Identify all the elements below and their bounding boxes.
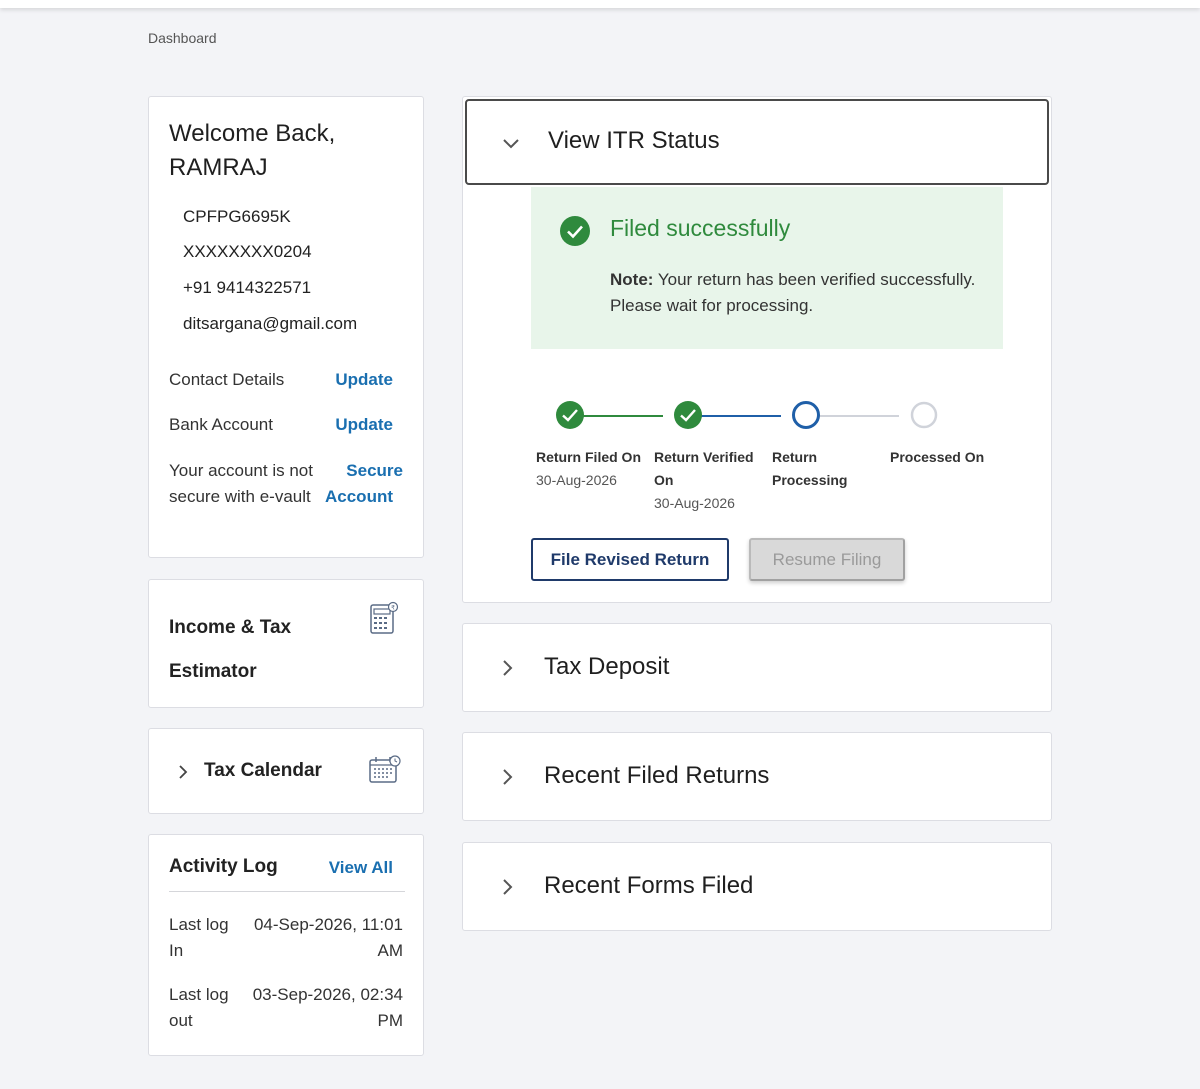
- tax-calendar-label: Tax Calendar: [204, 760, 322, 781]
- evault-warning-line-1: Your account is not: [169, 461, 313, 480]
- last-login-label: Last log In: [169, 912, 229, 964]
- secure-account-link[interactable]: Secure Account: [325, 458, 403, 510]
- tax-calendar-card[interactable]: Tax Calendar: [148, 728, 424, 814]
- email-address: ditsargana@gmail.com: [183, 314, 358, 333]
- contact-details-label: Contact Details: [169, 370, 285, 389]
- breadcrumb[interactable]: Dashboard: [148, 30, 217, 46]
- last-logout-value-line-1: 03-Sep-2026, 02:34: [252, 985, 403, 1004]
- recent-forms-filed-title: Recent Forms Filed: [544, 872, 754, 899]
- update-contact-link[interactable]: Update: [335, 367, 393, 393]
- svg-text:₹: ₹: [391, 605, 395, 612]
- step-4-label: Processed On: [890, 449, 985, 465]
- note-label: Note:: [610, 270, 654, 289]
- update-bank-link[interactable]: Update: [335, 412, 393, 438]
- last-login-value: 04-Sep-2026, 11:01 AM: [254, 912, 403, 964]
- evault-warning: Your account is not secure with e-vault: [169, 458, 313, 510]
- step-return-verified: Return Verified On 30-Aug-2026: [654, 446, 762, 515]
- step-1-icon: [556, 401, 584, 429]
- calendar-icon: [369, 755, 401, 783]
- tax-deposit-title: Tax Deposit: [544, 653, 670, 680]
- last-logout-label: Last log out: [169, 982, 229, 1034]
- last-login-label-line-1: Last log: [169, 915, 229, 934]
- step-3-label: Return Processing: [772, 449, 848, 488]
- last-logout-label-line-2: out: [169, 1011, 193, 1030]
- income-tax-estimator-card[interactable]: Income & Tax Estimator ₹: [148, 579, 424, 708]
- activity-divider: [169, 891, 405, 892]
- step-processed: Processed On: [890, 446, 1000, 469]
- top-bar: [0, 0, 1200, 8]
- step-return-filed: Return Filed On 30-Aug-2026: [536, 446, 648, 492]
- step-return-processing: Return Processing: [772, 446, 862, 492]
- step-1-date: 30-Aug-2026: [536, 472, 617, 488]
- itr-status-header[interactable]: View ITR Status: [465, 99, 1049, 185]
- file-revised-return-button[interactable]: File Revised Return: [531, 538, 729, 581]
- chevron-right-icon: [503, 660, 513, 676]
- view-all-link[interactable]: View All: [329, 858, 393, 878]
- step-3-icon: [792, 401, 820, 429]
- last-login-label-line-2: In: [169, 941, 184, 960]
- chevron-right-icon: [179, 765, 188, 779]
- resume-filing-button[interactable]: Resume Filing: [749, 538, 905, 581]
- estimator-title: Income & Tax Estimator: [169, 606, 291, 694]
- chevron-right-icon: [503, 769, 513, 785]
- last-logout-value-line-2: PM: [377, 1011, 404, 1030]
- check-circle-icon: [560, 216, 590, 246]
- chevron-right-icon: [503, 879, 513, 895]
- tax-deposit-accordion[interactable]: Tax Deposit: [462, 623, 1052, 712]
- recent-forms-filed-accordion[interactable]: Recent Forms Filed: [462, 842, 1052, 931]
- note-text: Your return has been verified successful…: [610, 270, 976, 315]
- calculator-icon: ₹: [370, 601, 399, 634]
- welcome-card: Welcome Back, RAMRAJ CPFPG6695K XXXXXXXX…: [148, 96, 424, 558]
- activity-log-card: Activity Log View All Last log In 04-Sep…: [148, 834, 424, 1056]
- recent-filed-returns-accordion[interactable]: Recent Filed Returns: [462, 732, 1052, 821]
- success-banner: Filed successfully Note: Your return has…: [531, 187, 1003, 349]
- step-2-date: 30-Aug-2026: [654, 495, 735, 511]
- phone-number: +91 9414322571: [183, 278, 312, 297]
- last-logout-value: 03-Sep-2026, 02:34 PM: [253, 982, 403, 1034]
- step-1-label: Return Filed On: [536, 449, 641, 465]
- status-note: Note: Your return has been verified succ…: [610, 267, 990, 319]
- itr-status-title: View ITR Status: [548, 127, 720, 154]
- recent-filed-returns-title: Recent Filed Returns: [544, 762, 770, 789]
- aadhaar-number: XXXXXXXX0204: [183, 242, 312, 261]
- last-login-value-line-1: 04-Sep-2026, 11:01: [253, 915, 403, 934]
- last-logout-label-line-1: Last log: [169, 985, 229, 1004]
- last-login-value-line-2: AM: [377, 941, 404, 960]
- estimator-title-line-2: Estimator: [169, 661, 257, 682]
- secure-account-link-line-1[interactable]: Secure: [325, 458, 403, 484]
- welcome-title: Welcome Back, RAMRAJ: [169, 120, 336, 181]
- itr-status-panel: View ITR Status Filed successfully Note:…: [462, 96, 1052, 603]
- step-4-icon: [910, 401, 938, 429]
- pan-number: CPFPG6695K: [183, 207, 291, 226]
- step-2-icon: [674, 401, 702, 429]
- secure-account-link-line-2[interactable]: Account: [325, 484, 393, 510]
- bank-account-label: Bank Account: [169, 415, 273, 434]
- chevron-down-icon: [503, 139, 519, 149]
- evault-warning-line-2: secure with e-vault: [169, 487, 311, 506]
- activity-log-title: Activity Log: [169, 856, 278, 877]
- filed-successfully-text: Filed successfully: [610, 215, 791, 241]
- progress-stepper: [556, 401, 938, 429]
- estimator-title-line-1: Income & Tax: [169, 617, 292, 638]
- step-2-label: Return Verified On: [654, 449, 754, 488]
